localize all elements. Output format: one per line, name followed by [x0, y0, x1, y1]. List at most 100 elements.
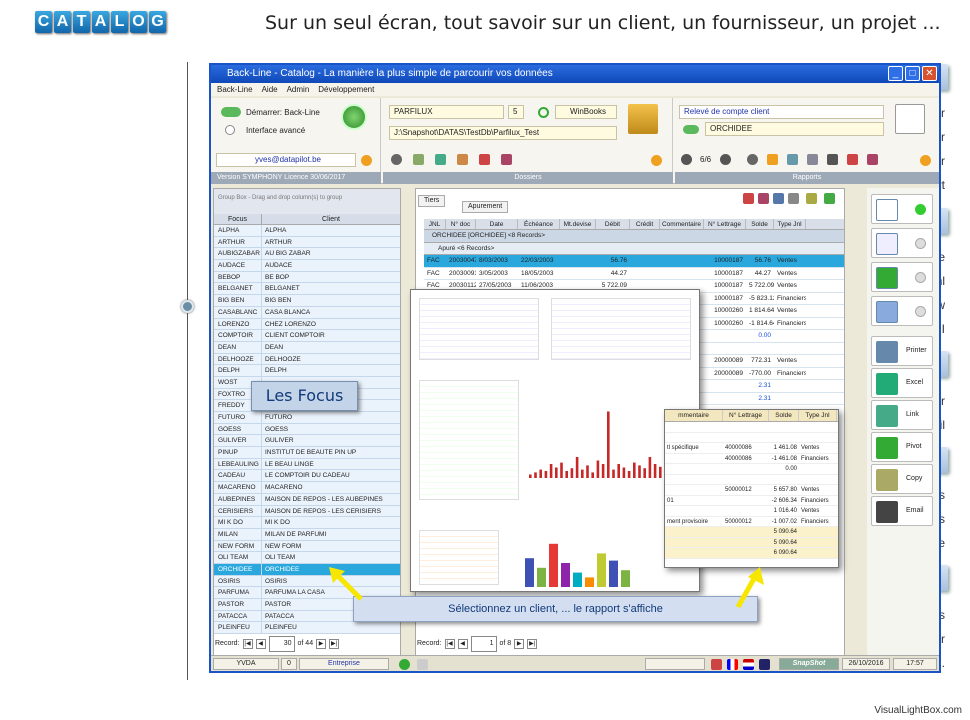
client-row[interactable]: AUBEPINES MAISON DE REPOS - LES AUBEPINES — [214, 493, 400, 506]
info-icon[interactable] — [361, 155, 372, 166]
report-last-button[interactable]: ▶| — [527, 639, 538, 649]
database-icon[interactable] — [413, 154, 424, 165]
power-icon[interactable] — [341, 104, 367, 130]
report-col-header[interactable]: Date — [476, 219, 518, 229]
client-row[interactable]: CADEAU LE COMPTOIR DU CADEAU — [214, 470, 400, 483]
client-row[interactable]: BIG BEN BIG BEN — [214, 295, 400, 307]
col-header-focus[interactable]: Focus — [214, 214, 262, 224]
link-button[interactable]: Link — [871, 400, 933, 430]
client-row[interactable]: NEW FORM NEW FORM — [214, 540, 400, 553]
client-row[interactable]: DELHOOZE DELHOOZE — [214, 353, 400, 366]
report-col-header[interactable]: Échéance — [518, 219, 560, 229]
client-row[interactable]: LEBEAULING LE BEAU LINGE — [214, 458, 400, 471]
last-record-button[interactable]: ▶| — [329, 639, 340, 649]
client-row[interactable]: LORENZO CHEZ LORENZO — [214, 318, 400, 331]
menu-item-admin[interactable]: Admin — [287, 83, 310, 96]
grid-tool-icon-6[interactable] — [824, 193, 835, 204]
report-record-number[interactable]: 1 — [470, 636, 497, 652]
grid-tool-icon-3[interactable] — [773, 193, 784, 204]
advanced-radio[interactable] — [225, 125, 235, 135]
start-toggle[interactable] — [221, 107, 241, 117]
printer-button[interactable]: Printer — [871, 336, 933, 366]
settings-icon[interactable] — [807, 154, 818, 165]
report-col-header[interactable]: JNL — [424, 219, 446, 229]
minimize-button[interactable]: _ — [888, 66, 903, 81]
html-view-button[interactable] — [871, 228, 933, 258]
subgroup-row[interactable]: Apuré <6 Records> — [424, 242, 844, 255]
save-icon[interactable] — [787, 154, 798, 165]
report-next-button[interactable]: ▶ — [514, 639, 525, 649]
client-row[interactable]: AUDACE AUDACE — [214, 260, 400, 272]
client-row[interactable]: BEBOP BE BOP — [214, 271, 400, 284]
folder-open-icon[interactable] — [628, 104, 658, 134]
first-record-button[interactable]: |◀ — [242, 639, 253, 649]
report-col-header[interactable]: N° doc — [446, 219, 476, 229]
info-icon-3[interactable] — [920, 155, 931, 166]
record-number[interactable]: 30 — [268, 636, 295, 652]
client-row[interactable]: GULIVER GULIVER — [214, 435, 400, 448]
client-toggle[interactable] — [683, 125, 699, 134]
client-field[interactable]: ORCHIDEE — [705, 122, 884, 136]
list-icon[interactable] — [827, 154, 838, 165]
menu-item-backline[interactable]: Back-Line — [217, 83, 253, 96]
tab-tiers[interactable]: Tiers — [418, 195, 446, 207]
refresh-icon[interactable] — [391, 154, 402, 165]
xlsx-view-button[interactable] — [871, 262, 933, 292]
col-header-client[interactable]: Client — [262, 214, 400, 224]
email-field[interactable]: yves@datapilot.be — [216, 153, 356, 167]
client-row[interactable]: BELGANET BELGANET — [214, 283, 400, 296]
report-col-header[interactable]: Commentaire — [660, 219, 704, 229]
software-field[interactable]: WinBooks — [555, 105, 617, 119]
grid-tool-icon-1[interactable] — [743, 193, 754, 204]
prev-record-button[interactable]: ◀ — [255, 639, 266, 649]
grid-tool-icon-2[interactable] — [758, 193, 769, 204]
tools-icon[interactable] — [479, 154, 490, 165]
maximize-button[interactable]: □ — [905, 66, 920, 81]
client-row[interactable]: MILAN MILAN DE PARFUMI — [214, 528, 400, 541]
flag-icon[interactable] — [847, 154, 858, 165]
next-icon[interactable] — [720, 154, 731, 165]
copy-button[interactable]: Copy — [871, 464, 933, 494]
dossier-name-field[interactable]: PARFILUX — [389, 105, 504, 119]
pivot-button[interactable]: Pivot — [871, 432, 933, 462]
path-field[interactable]: J:\Snapshot\DATAS\TestDb\Parfilux_Test — [389, 126, 617, 140]
client-row[interactable]: ARTHUR ARTHUR — [214, 236, 400, 249]
grid-view-button[interactable] — [871, 194, 933, 224]
client-row[interactable]: MACARENO MACARENO — [214, 482, 400, 494]
edit-report-icon[interactable] — [867, 154, 878, 165]
grid-tool-icon-4[interactable] — [788, 193, 799, 204]
next-record-button[interactable]: ▶ — [316, 639, 327, 649]
html-export-button[interactable] — [871, 296, 933, 326]
close-button[interactable]: ✕ — [922, 66, 937, 81]
report-col-header[interactable]: Débit — [596, 219, 630, 229]
email-button[interactable]: Email — [871, 496, 933, 526]
client-row[interactable]: OLI TEAM OLI TEAM — [214, 552, 400, 564]
client-row[interactable]: DEAN DEAN — [214, 341, 400, 354]
report-col-header[interactable]: N° Lettrage — [704, 219, 746, 229]
group-row[interactable]: ORCHIDEE [ORCHIDEE] <8 Records> — [424, 230, 844, 243]
report-row[interactable]: FAC 20030091 3/05/2003 18/05/2003 44.27 10000… — [424, 268, 844, 280]
dossier-num-field[interactable]: 5 — [508, 105, 524, 119]
calendar-icon[interactable] — [457, 154, 468, 165]
excel-button[interactable]: Excel — [871, 368, 933, 398]
report-col-header[interactable]: Solde — [746, 219, 774, 229]
report-col-header[interactable]: Type Jnl — [774, 219, 806, 229]
client-row[interactable]: CASABLANC CASA BLANCA — [214, 306, 400, 319]
export-icon[interactable] — [435, 154, 446, 165]
client-row[interactable]: ALPHA ALPHA — [214, 225, 400, 237]
report-col-header[interactable]: Mt.devise — [560, 219, 596, 229]
report-col-header[interactable]: Crédit — [630, 219, 660, 229]
report-name-field[interactable]: Relevé de compte client — [679, 105, 884, 119]
client-row[interactable]: PINUP INSTITUT DE BEAUTE PIN UP — [214, 447, 400, 459]
prev-icon[interactable] — [681, 154, 692, 165]
client-row[interactable]: DELPH DELPH — [214, 365, 400, 377]
report-prev-button[interactable]: ◀ — [457, 639, 468, 649]
grid-tool-icon-5[interactable] — [806, 193, 817, 204]
client-row[interactable]: PLEINFEU PLEINFEU — [214, 622, 400, 635]
client-row[interactable]: GOESS GOESS — [214, 423, 400, 436]
refresh-report-icon[interactable] — [747, 154, 758, 165]
tab-apurement[interactable]: Apurement — [462, 201, 509, 213]
menu-item-aide[interactable]: Aide — [262, 83, 278, 96]
info-icon-2[interactable] — [651, 155, 662, 166]
client-row[interactable]: MI K DO MI K DO — [214, 517, 400, 529]
